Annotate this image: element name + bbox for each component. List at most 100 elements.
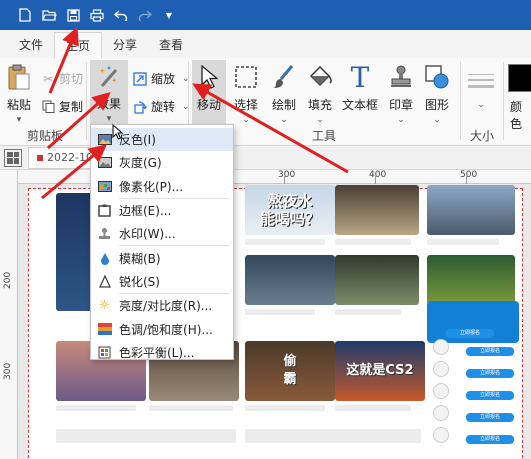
caption-placeholder bbox=[335, 309, 401, 315]
tab-share[interactable]: 分享 bbox=[102, 32, 148, 58]
rotate-label: 旋转 bbox=[151, 100, 176, 114]
menu-item-label: 色调/饱和度(H)... bbox=[119, 322, 213, 337]
tab-view[interactable]: 查看 bbox=[148, 32, 194, 58]
shape-label: 图形 bbox=[424, 98, 449, 112]
copy-icon bbox=[40, 99, 56, 115]
paste-label: 粘贴 bbox=[6, 98, 31, 112]
ruler-label: 400 bbox=[369, 170, 387, 180]
resize-button[interactable]: 缩放 ⌄ bbox=[132, 70, 190, 87]
brightness-icon: ☼ bbox=[98, 298, 111, 314]
caption-placeholder bbox=[245, 239, 325, 245]
resize-icon bbox=[132, 71, 148, 87]
ribbon-panel: 粘贴 ▾ ✂ 剪切 复制 剪贴板 效果 ▾ 缩放 ⌄ 旋转 ⌄ 移动 选择 ⌄ … bbox=[0, 58, 531, 146]
menu-item-watermark[interactable]: 水印(W)... bbox=[91, 222, 233, 245]
thumbnail-grid-icon[interactable] bbox=[4, 148, 22, 167]
content-placeholder bbox=[245, 429, 421, 443]
register-button: 立即报名 bbox=[466, 347, 514, 356]
menu-item-brightness-contrast[interactable]: ☼ 亮度/对比度(R)... bbox=[91, 294, 233, 317]
menu-item-hue-saturation[interactable]: 色调/饱和度(H)... bbox=[91, 317, 233, 340]
avatar bbox=[433, 383, 449, 399]
save-icon[interactable] bbox=[62, 4, 84, 26]
move-tool-button[interactable]: 移动 bbox=[192, 60, 226, 124]
rotate-icon bbox=[132, 99, 148, 115]
chevron-down-icon: ⌄ bbox=[477, 100, 485, 110]
menu-item-label: 色彩平衡(L)... bbox=[119, 345, 195, 360]
ruler-tick bbox=[284, 176, 285, 184]
line-width-icon bbox=[466, 68, 496, 98]
size-group-label: 大小 bbox=[470, 129, 495, 143]
chevron-down-icon: ⌄ bbox=[316, 115, 324, 125]
draw-label: 绘制 bbox=[271, 98, 296, 112]
cut-button[interactable]: ✂ 剪切 bbox=[40, 70, 83, 87]
fill-label: 填充 bbox=[307, 98, 332, 112]
image-thumbnail: 偷 霸 bbox=[245, 341, 335, 401]
dropdown-arrow-icon[interactable]: ▼ bbox=[158, 4, 180, 26]
paste-button[interactable]: 粘贴 ▾ bbox=[4, 62, 34, 125]
menu-item-label: 水印(W)... bbox=[119, 227, 176, 242]
image-thumbnail: 这就是CS2 bbox=[335, 341, 425, 401]
caption-placeholder bbox=[245, 405, 325, 411]
rotate-button[interactable]: 旋转 ⌄ bbox=[132, 98, 190, 115]
select-tool-button[interactable]: 选择 ⌄ bbox=[231, 62, 261, 125]
select-label: 选择 bbox=[233, 98, 258, 112]
clipboard-icon bbox=[4, 62, 34, 92]
menu-item-color-balance[interactable]: 色彩平衡(L)... bbox=[91, 341, 233, 364]
avatar bbox=[433, 405, 449, 421]
clipboard-group-label: 剪贴板 bbox=[27, 129, 64, 143]
undo-icon[interactable] bbox=[110, 4, 132, 26]
image-thumbnail bbox=[335, 255, 419, 305]
menu-item-grayscale[interactable]: 灰度(G) bbox=[91, 151, 233, 174]
border-icon bbox=[97, 204, 112, 218]
stamp-tool-button[interactable]: 印章 ⌄ bbox=[386, 62, 416, 125]
ruler-label: 300 bbox=[3, 362, 13, 380]
avatar bbox=[433, 427, 449, 443]
color-balance-icon bbox=[97, 345, 112, 359]
invert-icon bbox=[97, 133, 112, 147]
menu-item-pixelate[interactable]: 像素化(P)... bbox=[91, 175, 233, 198]
scissors-icon: ✂ bbox=[42, 71, 54, 86]
text-t-icon: T bbox=[350, 60, 370, 94]
menu-item-label: 反色(I) bbox=[119, 133, 156, 148]
ruler-tick bbox=[375, 176, 376, 184]
shapes-icon bbox=[422, 62, 452, 92]
register-button: 立即报名 bbox=[466, 435, 514, 444]
tab-home[interactable]: 主页 bbox=[54, 32, 103, 58]
textbox-label: 文本框 bbox=[342, 98, 379, 112]
avatar bbox=[433, 339, 449, 355]
menu-item-sharpen[interactable]: 锐化(S) bbox=[91, 270, 233, 293]
quick-access-toolbar: ▼ bbox=[0, 0, 531, 30]
chevron-down-icon: ⌄ bbox=[242, 115, 250, 125]
marquee-select-icon bbox=[231, 62, 261, 92]
printer-icon[interactable] bbox=[86, 4, 108, 26]
effects-button[interactable]: 效果 ▾ bbox=[90, 60, 128, 124]
copy-button[interactable]: 复制 bbox=[40, 98, 83, 115]
menu-item-label: 边框(E)... bbox=[119, 204, 172, 219]
folder-open-icon[interactable] bbox=[38, 4, 60, 26]
draw-tool-button[interactable]: 绘制 ⌄ bbox=[269, 62, 299, 125]
shape-tool-button[interactable]: 图形 ⌄ bbox=[422, 62, 452, 125]
caption-placeholder bbox=[335, 405, 411, 411]
ribbon-tabs: 文件 主页 分享 查看 bbox=[0, 30, 531, 58]
menu-item-border[interactable]: 边框(E)... bbox=[91, 199, 233, 222]
chevron-down-icon: ⌄ bbox=[280, 115, 288, 125]
textbox-tool-button[interactable]: T 文本框 bbox=[342, 60, 379, 113]
menu-item-label: 模糊(B) bbox=[119, 251, 161, 266]
menu-item-blur[interactable]: 模糊(B) bbox=[91, 246, 233, 269]
new-file-icon[interactable] bbox=[14, 4, 36, 26]
paint-bucket-icon bbox=[305, 62, 335, 92]
avatar bbox=[433, 361, 449, 377]
line-width-button[interactable]: ⌄ bbox=[466, 68, 496, 110]
stamp-label: 印章 bbox=[388, 98, 413, 112]
blur-drop-icon bbox=[97, 251, 112, 265]
menu-item-label: 像素化(P)... bbox=[119, 179, 184, 194]
fill-tool-button[interactable]: 填充 ⌄ bbox=[305, 62, 335, 125]
redo-icon[interactable] bbox=[134, 4, 156, 26]
image-thumbnail bbox=[427, 255, 515, 305]
sharpen-icon bbox=[97, 274, 112, 288]
primary-color-swatch[interactable] bbox=[508, 64, 531, 92]
chevron-down-icon: ⌄ bbox=[433, 115, 441, 125]
watermark-icon bbox=[97, 227, 112, 241]
vertical-ruler: 200 300 bbox=[0, 170, 18, 459]
tab-file[interactable]: 文件 bbox=[8, 32, 54, 58]
menu-item-label: 锐化(S) bbox=[119, 274, 160, 289]
